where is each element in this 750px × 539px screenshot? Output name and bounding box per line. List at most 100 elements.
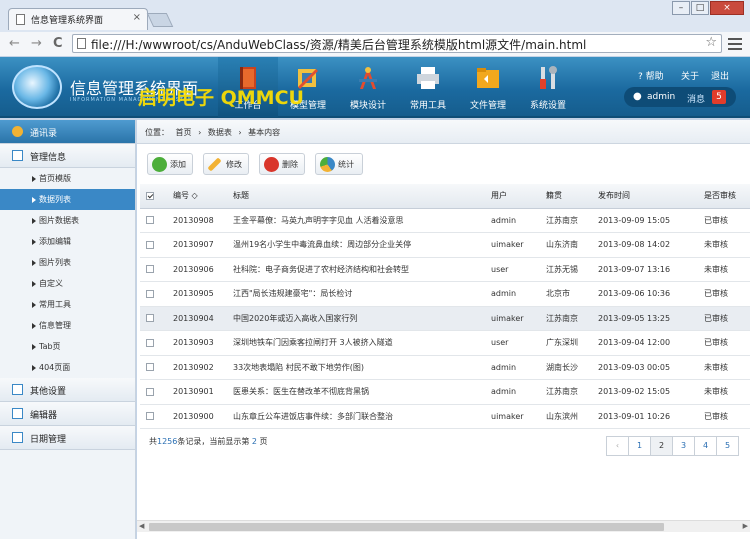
stats-button[interactable]: 统计 [315, 153, 363, 175]
sidebar-item-image-list[interactable]: 图片列表 [0, 252, 135, 273]
sidebar-item-tools[interactable]: 常用工具 [0, 294, 135, 315]
column-header-time: 发布时间 [592, 184, 698, 209]
sidebar-item-image-table[interactable]: 图片数据表 [0, 210, 135, 231]
address-bar[interactable]: file:///H:/wwwroot/cs/AnduWebClass/资源/精美… [72, 34, 722, 53]
minimize-button[interactable]: – [672, 1, 690, 15]
row-checkbox[interactable] [146, 265, 154, 274]
forward-icon[interactable]: → [31, 36, 42, 51]
row-checkbox[interactable] [146, 363, 154, 372]
sidebar-section-editor[interactable]: 编辑器 [0, 402, 135, 426]
table-row[interactable]: 20130904 中国2020年或迈入高收入国家行列 uimaker 江苏南京 2013… [140, 306, 750, 331]
sidebar-item-info[interactable]: 信息管理 [0, 315, 135, 336]
sidebar-section-date[interactable]: 日期管理 [0, 426, 135, 450]
sidebar-section-other[interactable]: 其他设置 [0, 378, 135, 402]
add-button[interactable]: 添加 [147, 153, 193, 175]
page-1-button[interactable]: 1 [628, 436, 651, 456]
total-count: 1256 [157, 437, 178, 446]
row-checkbox[interactable] [146, 289, 154, 298]
page-2-button[interactable]: 2 [650, 436, 673, 456]
row-title[interactable]: 深圳地铁车门因乘客拉闸打开 3人被挤入隧道 [227, 330, 485, 356]
row-checkbox[interactable] [146, 314, 154, 323]
row-checkbox[interactable] [146, 387, 154, 396]
maximize-button[interactable]: □ [691, 1, 709, 15]
table-row[interactable]: 20130902 33次地表塌陷 村民不敢下地劳作(图) admin 湖南长沙 2013… [140, 355, 750, 380]
file-icon [77, 38, 86, 49]
calendar-icon [12, 432, 23, 443]
nav-tools[interactable]: 常用工具 [398, 57, 458, 117]
row-title[interactable]: 江西"局长违规建豪宅"：局长检讨 [227, 281, 485, 307]
scroll-right-icon[interactable]: ▶ [743, 522, 748, 530]
nav-files[interactable]: 文件管理 [458, 57, 518, 117]
table-row[interactable]: 20130903 深圳地铁车门因乘客拉闸打开 3人被挤入隧道 user 广东深圳 201… [140, 330, 750, 356]
row-checkbox[interactable] [146, 240, 154, 249]
row-checkbox[interactable] [146, 338, 154, 347]
row-title[interactable]: 王金平幕僚：马英九声明字字见血 人活着没意思 [227, 208, 485, 233]
scroll-left-icon[interactable]: ◀ [139, 522, 144, 530]
row-origin: 江苏南京 [540, 306, 592, 331]
delete-button[interactable]: 删除 [259, 153, 305, 175]
horizontal-scrollbar[interactable]: ◀ ▶ [137, 520, 750, 532]
nav-settings[interactable]: 系统设置 [518, 57, 578, 117]
page-3-button[interactable]: 3 [672, 436, 695, 456]
tab-title: 信息管理系统界面 [31, 16, 104, 26]
new-tab-button[interactable] [146, 13, 174, 27]
sidebar-section-management[interactable]: 管理信息 [0, 144, 135, 168]
browser-tab[interactable]: 信息管理系统界面 × [8, 8, 148, 30]
reload-icon[interactable]: C [53, 36, 63, 51]
page-5-button[interactable]: 5 [716, 436, 739, 456]
nav-module[interactable]: 模块设计 [338, 57, 398, 117]
row-title[interactable]: 山东章丘公车进饭店事件续：多部门联合整治 [227, 404, 485, 429]
logout-link[interactable]: 退出 [711, 69, 729, 82]
row-origin: 江苏南京 [540, 379, 592, 405]
row-time: 2013-09-02 15:05 [592, 379, 698, 405]
row-id: 20130903 [167, 330, 227, 356]
row-select-cell [140, 355, 167, 380]
row-title[interactable]: 中国2020年或迈入高收入国家行列 [227, 306, 485, 331]
sidebar-item-404[interactable]: 404页面 [0, 357, 135, 378]
prev-page-button[interactable]: ‹ [606, 436, 629, 456]
row-title[interactable]: 社科院：电子商务促进了农村经济结构和社会转型 [227, 257, 485, 282]
scrollbar-thumb[interactable] [149, 523, 664, 531]
star-icon[interactable]: ☆ [705, 35, 717, 50]
menu-icon[interactable] [727, 35, 743, 51]
row-title[interactable]: 33次地表塌陷 村民不敢下地劳作(图) [227, 355, 485, 380]
sidebar-item-custom[interactable]: 自定义 [0, 273, 135, 294]
sidebar-item-home-template[interactable]: 首页模版 [0, 168, 135, 189]
select-all-checkbox[interactable] [146, 191, 154, 200]
about-link[interactable]: 关于 [681, 69, 699, 82]
row-checkbox[interactable] [146, 412, 154, 421]
tab-close-icon[interactable]: × [133, 12, 141, 23]
contacts-icon [12, 126, 23, 137]
username[interactable]: admin [647, 92, 675, 102]
delete-icon [264, 157, 279, 172]
table-row[interactable]: 20130907 温州19名小学生中毒流鼻血续：周边部分企业关停 uimaker 山东… [140, 232, 750, 258]
sidebar-item-data-list[interactable]: 数据列表 [0, 189, 135, 210]
window-close-button[interactable]: × [710, 1, 744, 15]
edit-button[interactable]: 修改 [203, 153, 249, 175]
browser-chrome: 信息管理系统界面 × – □ × ← → C file:///H:/wwwroo… [0, 0, 750, 56]
row-title[interactable]: 温州19名小学生中毒流鼻血续：周边部分企业关停 [227, 232, 485, 258]
sidebar-section-contacts[interactable]: 通讯录 [0, 120, 135, 144]
breadcrumb-sep: › [238, 128, 242, 137]
column-header-id[interactable]: 编号 ◇ [167, 184, 227, 209]
breadcrumb-home[interactable]: 首页 [176, 128, 192, 137]
row-checkbox[interactable] [146, 216, 154, 225]
row-title[interactable]: 医患关系：医生在替改革不彻底背黑锅 [227, 379, 485, 405]
page-4-button[interactable]: 4 [694, 436, 717, 456]
back-icon[interactable]: ← [9, 36, 20, 51]
row-user: admin [485, 355, 540, 380]
sidebar-item-add-edit[interactable]: 添加编辑 [0, 231, 135, 252]
table-row[interactable]: 20130900 山东章丘公车进饭店事件续：多部门联合整治 uimaker 山东滨州 2… [140, 404, 750, 429]
row-select-cell [140, 232, 167, 258]
table-row[interactable]: 20130905 江西"局长违规建豪宅"：局长检讨 admin 北京市 2013-09-… [140, 281, 750, 307]
table-row[interactable]: 20130906 社科院：电子商务促进了农村经济结构和社会转型 user 江苏无锡 20… [140, 257, 750, 282]
logo-icon [12, 65, 62, 109]
sort-icon: ◇ [191, 191, 198, 201]
help-link[interactable]: ? 帮助 [638, 69, 664, 82]
row-origin: 江苏南京 [540, 208, 592, 233]
messages-link[interactable]: 消息 [687, 92, 705, 105]
sidebar-item-tab[interactable]: Tab页 [0, 336, 135, 357]
breadcrumb-data[interactable]: 数据表 [208, 128, 232, 137]
table-row[interactable]: 20130901 医患关系：医生在替改革不彻底背黑锅 admin 江苏南京 2013-0… [140, 379, 750, 405]
table-row[interactable]: 20130908 王金平幕僚：马英九声明字字见血 人活着没意思 admin 江苏南京 2… [140, 208, 750, 233]
